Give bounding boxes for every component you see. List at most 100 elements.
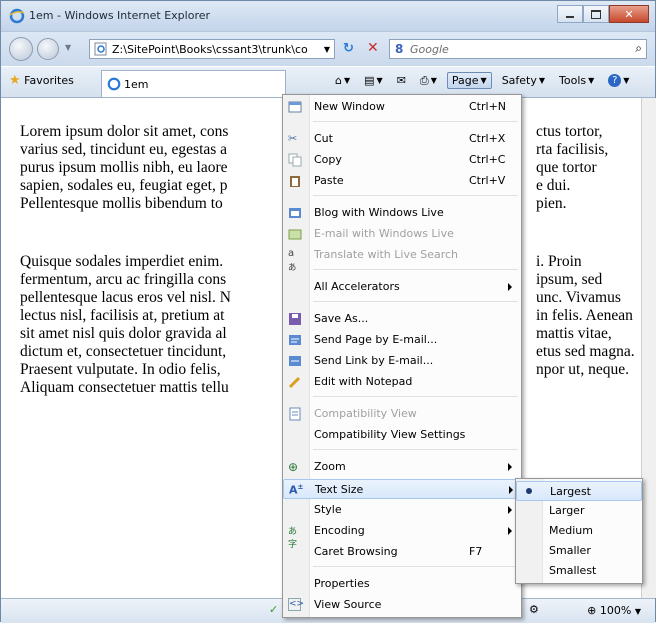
menu-item-zoom[interactable]: ⊕ Zoom bbox=[283, 457, 521, 477]
tab-1em[interactable]: 1em bbox=[101, 70, 286, 97]
back-button[interactable] bbox=[9, 37, 33, 61]
compatibility-icon bbox=[288, 407, 302, 421]
address-dropdown-icon[interactable]: ▼ bbox=[324, 45, 330, 54]
menu-separator bbox=[313, 301, 518, 302]
print-button[interactable]: ⎙ ▼ bbox=[416, 73, 441, 89]
translate-icon: aあ bbox=[288, 248, 297, 272]
home-icon: ⌂ bbox=[335, 74, 342, 87]
pencil-icon bbox=[288, 375, 302, 389]
menu-item-text-size[interactable]: A± Text Size bbox=[283, 479, 521, 499]
zoom-icon: ⊕ bbox=[587, 604, 597, 617]
menu-item-compatibility-settings[interactable]: Compatibility View Settings bbox=[283, 425, 521, 445]
menu-item-encoding[interactable]: あ字 Encoding bbox=[283, 521, 521, 550]
menu-label: Translate with Live Search bbox=[314, 248, 459, 261]
submenu-label: Smaller bbox=[549, 544, 591, 557]
safety-menu-label: Safety bbox=[501, 74, 537, 87]
read-mail-button[interactable]: ✉ bbox=[393, 73, 410, 88]
menu-item-blog[interactable]: Blog with Windows Live bbox=[283, 203, 521, 223]
feeds-button[interactable]: ▤ ▼ bbox=[360, 73, 387, 88]
menu-label: Send Page by E-mail... bbox=[314, 333, 438, 346]
close-icon: ✕ bbox=[624, 7, 634, 21]
text-size-icon: A± bbox=[289, 483, 304, 497]
protected-mode-icon[interactable]: ⚙ bbox=[529, 603, 539, 616]
menu-shortcut: Ctrl+X bbox=[469, 132, 506, 145]
home-button[interactable]: ⌂ ▼ bbox=[331, 73, 354, 88]
address-text: Z:\SitePoint\Books\cssant3\trunk\coc bbox=[112, 43, 308, 56]
tools-menu-button[interactable]: Tools ▼ bbox=[555, 73, 598, 88]
zoom-level[interactable]: ⊕ 100% ▼ bbox=[587, 604, 641, 617]
menu-item-send-link[interactable]: Send Link by E-mail... bbox=[283, 351, 521, 371]
menu-separator bbox=[313, 396, 518, 397]
favorites-button[interactable]: ★ Favorites bbox=[9, 73, 74, 88]
menu-shortcut: F7 bbox=[469, 545, 483, 558]
close-button[interactable]: ✕ bbox=[609, 5, 649, 23]
blog-icon bbox=[288, 206, 302, 220]
menu-item-save-as[interactable]: Save As... bbox=[283, 309, 521, 329]
page-menu-button[interactable]: Page ▼ bbox=[446, 72, 492, 89]
menu-item-paste[interactable]: Paste Ctrl+V bbox=[283, 171, 521, 191]
search-icon[interactable]: ⌕ bbox=[635, 41, 642, 56]
submenu-arrow-icon bbox=[508, 283, 512, 291]
menu-item-new-window[interactable]: New Window Ctrl+N bbox=[283, 97, 521, 117]
submenu-item-smaller[interactable]: Smaller bbox=[516, 541, 642, 561]
menu-item-properties[interactable]: Properties bbox=[283, 574, 521, 594]
vertical-scrollbar[interactable] bbox=[641, 98, 656, 598]
done-checkmark-icon: ✓ bbox=[269, 603, 279, 616]
safety-menu-button[interactable]: Safety ▼ bbox=[498, 73, 549, 88]
window-title: 1em - Windows Internet Explorer bbox=[29, 9, 211, 22]
submenu-item-smallest[interactable]: Smallest bbox=[516, 561, 642, 581]
address-bar[interactable]: Z:\SitePoint\Books\cssant3\trunk\coc ▼ bbox=[89, 39, 335, 59]
encoding-icon: あ字 bbox=[288, 527, 298, 550]
menu-item-all-accelerators[interactable]: All Accelerators bbox=[283, 277, 521, 297]
help-button[interactable]: ? ▼ bbox=[604, 73, 633, 88]
menu-label: Compatibility View bbox=[314, 407, 417, 420]
menu-separator bbox=[313, 269, 518, 270]
menu-shortcut: Ctrl+C bbox=[469, 153, 506, 166]
search-placeholder: Google bbox=[410, 43, 449, 56]
paste-icon bbox=[288, 174, 302, 188]
menu-item-email-windows-live: E-mail with Windows Live bbox=[283, 224, 521, 244]
send-link-icon bbox=[288, 354, 302, 368]
tab-ie-icon bbox=[107, 77, 121, 94]
forward-button[interactable] bbox=[37, 38, 59, 60]
menu-item-compatibility-view: Compatibility View bbox=[283, 404, 521, 424]
menu-label: Encoding bbox=[314, 524, 365, 537]
submenu-label: Medium bbox=[549, 524, 593, 537]
menu-separator bbox=[313, 566, 518, 567]
submenu-item-medium[interactable]: Medium bbox=[516, 521, 642, 541]
submenu-item-largest[interactable]: Largest bbox=[516, 481, 642, 501]
menu-label: E-mail with Windows Live bbox=[314, 227, 454, 240]
minimize-button[interactable] bbox=[557, 5, 583, 23]
paragraph-2-right: i. Proin ipsum, sed unc. Vivamus in feli… bbox=[536, 253, 635, 378]
submenu-arrow-icon bbox=[508, 527, 512, 535]
selected-bullet-icon bbox=[526, 488, 532, 494]
email-live-icon bbox=[288, 227, 302, 241]
menu-item-view-source[interactable]: <> View Source bbox=[283, 595, 521, 615]
search-box[interactable]: 8 Google ⌕ bbox=[389, 39, 647, 59]
menu-item-caret-browsing[interactable]: Caret Browsing F7 bbox=[283, 542, 521, 562]
menu-item-edit-notepad[interactable]: Edit with Notepad bbox=[283, 372, 521, 392]
menu-item-style[interactable]: Style bbox=[283, 500, 521, 520]
command-bar: ⌂ ▼ ▤ ▼ ✉ ⎙ ▼ Page ▼ Safety ▼ Tools ▼ ? ▼ bbox=[331, 72, 633, 89]
menu-label: Paste bbox=[314, 174, 344, 187]
recent-pages-dropdown-icon[interactable]: ▼ bbox=[65, 43, 71, 52]
menu-label: Caret Browsing bbox=[314, 545, 398, 558]
menu-shortcut: Ctrl+N bbox=[469, 100, 507, 113]
submenu-item-larger[interactable]: Larger bbox=[516, 501, 642, 521]
menu-item-copy[interactable]: Copy Ctrl+C bbox=[283, 150, 521, 170]
menu-label: Cut bbox=[314, 132, 333, 145]
maximize-button[interactable] bbox=[583, 5, 609, 23]
menu-label: Text Size bbox=[315, 483, 364, 496]
menu-label: Blog with Windows Live bbox=[314, 206, 444, 219]
star-icon: ★ bbox=[9, 73, 21, 88]
menu-item-cut[interactable]: ✂ Cut Ctrl+X bbox=[283, 129, 521, 149]
mail-icon: ✉ bbox=[396, 74, 406, 87]
refresh-icon[interactable]: ↻ bbox=[343, 41, 354, 56]
print-icon: ⎙ bbox=[419, 73, 429, 87]
menu-item-send-page[interactable]: Send Page by E-mail... bbox=[283, 330, 521, 350]
stop-icon[interactable]: ✕ bbox=[367, 40, 379, 56]
menu-separator bbox=[313, 195, 518, 196]
menu-label: All Accelerators bbox=[314, 280, 400, 293]
cut-icon: ✂ bbox=[288, 132, 298, 145]
maximize-icon bbox=[591, 9, 601, 19]
